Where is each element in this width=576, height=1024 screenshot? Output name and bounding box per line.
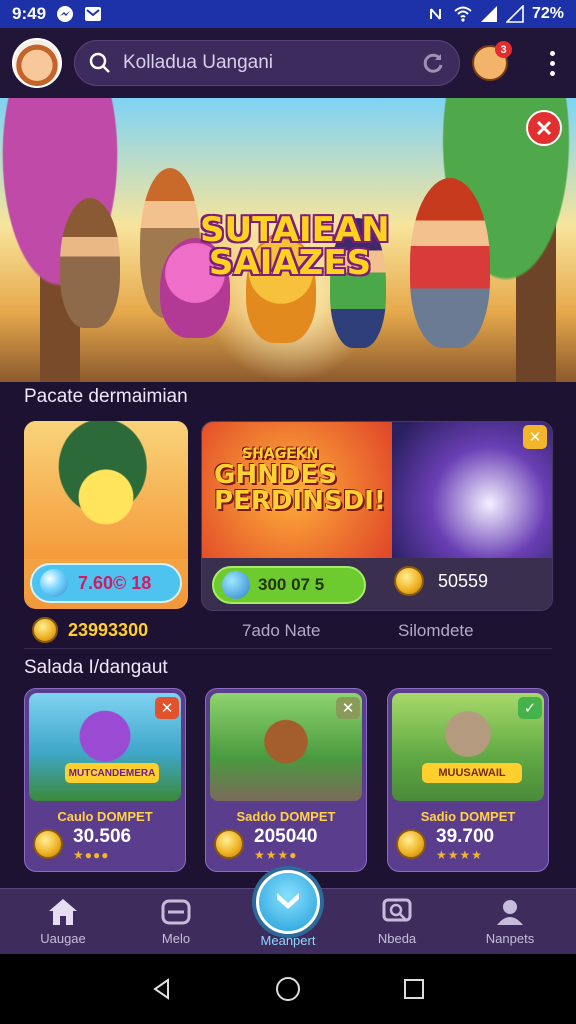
coin-total: 23993300 [32, 617, 148, 643]
divider [24, 648, 552, 649]
search-text: Kolladua Uangani [123, 52, 274, 73]
nav-item-center[interactable]: Meanpert [243, 933, 333, 948]
signal-icon [480, 6, 497, 22]
product-label: Caulo DOMPET [57, 809, 153, 824]
coin-balance: 50559 [394, 566, 488, 596]
game-card[interactable]: 7.60© 18 [24, 421, 188, 609]
more-menu-button[interactable] [540, 45, 564, 81]
play-value-button[interactable]: 300 07 5 [212, 566, 366, 604]
product-value: 205040 [254, 826, 318, 847]
row-label-left: 7ado Nate [242, 621, 321, 640]
notification-badge: 3 [495, 41, 512, 58]
close-icon [536, 120, 552, 136]
wifi-icon [454, 6, 472, 22]
close-banner-button[interactable] [526, 110, 562, 146]
nfc-icon [429, 8, 441, 20]
gamepad-icon [161, 899, 191, 925]
nav-item-home[interactable]: Uaugae [18, 897, 108, 946]
product-label: Saddo DOMPET [236, 809, 336, 824]
user-icon [497, 900, 523, 925]
section-title: Salada I/dangaut [24, 657, 168, 678]
balance-pill[interactable]: 7.60© 18 [30, 563, 182, 603]
product-value: 39.700 [436, 826, 495, 847]
search-input[interactable]: Kolladua Uangani [74, 40, 460, 86]
profile-avatar[interactable] [12, 38, 62, 88]
product-card[interactable]: ✕ Saddo DOMPET 205040 ★★★● [205, 688, 367, 872]
home-circle-icon[interactable] [275, 976, 301, 1002]
hero-character [410, 178, 490, 348]
rating-stars: ★●●● [73, 848, 110, 862]
close-card-button[interactable]: ✕ [523, 425, 547, 449]
gem-icon [40, 569, 68, 597]
nav-item-games[interactable]: Melo [131, 897, 221, 946]
coin-icon [33, 829, 63, 859]
featured-game-card[interactable]: SHAGEKN GHNDES PERDINSDI! 300 07 5 50559 [201, 421, 553, 611]
hero-title: SUTAIEAN SAIAZES [200, 210, 390, 283]
back-icon[interactable] [150, 977, 174, 1001]
gem-icon [222, 571, 250, 599]
close-card-button[interactable]: ✕ [155, 697, 179, 719]
product-card[interactable]: MUUSAWAIL ✓ Sadio DOMPET 39.700 ★★★★ [387, 688, 549, 872]
nav-item-chat[interactable]: Nbeda [352, 897, 442, 946]
game-art [24, 421, 188, 559]
product-value: 30.506 [73, 826, 132, 847]
mail-icon [85, 7, 102, 21]
friends-avatar-button[interactable]: 3 [472, 41, 512, 81]
chat-icon [382, 898, 412, 922]
search-icon [89, 52, 110, 73]
product-card[interactable]: MUTCANDEMERA ✕ Caulo DOMPET 30.506 ★●●● [24, 688, 186, 872]
refresh-icon[interactable] [421, 51, 445, 75]
home-icon [49, 899, 77, 925]
top-bar: Kolladua Uangani 3 [0, 28, 576, 98]
status-bar: 9:49 72% [0, 0, 576, 28]
nav-item-profile[interactable]: Nanpets [465, 897, 555, 946]
rating-stars: ★★★● [254, 848, 298, 862]
close-card-button[interactable]: ✕ [336, 697, 360, 719]
product-art-text: MUUSAWAIL [422, 763, 522, 783]
coin-icon [214, 829, 244, 859]
battery-icon [505, 5, 524, 23]
coin-icon [394, 566, 424, 596]
center-action-button[interactable] [256, 870, 320, 934]
check-button[interactable]: ✓ [518, 697, 542, 719]
battery-level: 72% [531, 5, 564, 22]
coin-icon [396, 829, 426, 859]
product-art-text: MUTCANDEMERA [65, 763, 159, 783]
product-label: Sadio DOMPET [420, 809, 516, 824]
coin-icon [32, 617, 58, 643]
hero-character [60, 198, 120, 328]
messenger-icon [57, 6, 74, 22]
section-title: Pacate dermaimian [24, 386, 188, 407]
recents-icon[interactable] [402, 977, 426, 1001]
featured-headline: SHAGEKN GHNDES PERDINSDI! [214, 446, 386, 516]
status-time: 9:49 [12, 4, 47, 23]
hero-banner[interactable]: SUTAIEAN SAIAZES [0, 98, 576, 382]
system-nav-bar [0, 954, 576, 1024]
row-label-right: Silomdete [398, 621, 474, 640]
rating-stars: ★★★★ [436, 848, 484, 862]
cross-icon [277, 893, 299, 909]
